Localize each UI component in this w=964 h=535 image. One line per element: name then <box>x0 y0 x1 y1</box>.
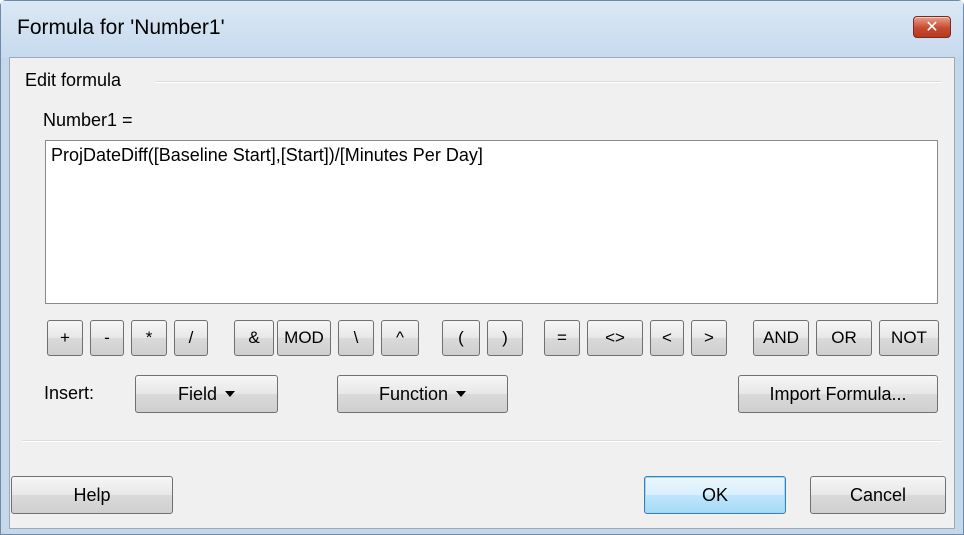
title-bar[interactable]: Formula for 'Number1' ✕ <box>1 1 963 57</box>
close-button[interactable]: ✕ <box>913 16 951 38</box>
ok-button[interactable]: OK <box>644 476 786 514</box>
operator-mod-button[interactable]: MOD <box>277 320 331 356</box>
operator-and-button[interactable]: AND <box>753 320 809 356</box>
help-button[interactable]: Help <box>11 476 173 514</box>
operator-plus-button[interactable]: + <box>47 320 83 356</box>
dialog-window: Formula for 'Number1' ✕ Edit formula Num… <box>0 0 964 535</box>
group-label-edit-formula: Edit formula <box>25 70 122 90</box>
operator-or-button[interactable]: OR <box>816 320 872 356</box>
import-formula-button[interactable]: Import Formula... <box>738 375 938 413</box>
operator-not-equal-button[interactable]: <> <box>587 320 643 356</box>
operator-not-button[interactable]: NOT <box>879 320 939 356</box>
insert-field-label: Field <box>177 383 217 404</box>
operator-greater-than-button[interactable]: > <box>691 320 727 356</box>
operator-less-than-button[interactable]: < <box>650 320 684 356</box>
operator-multiply-button[interactable]: * <box>131 320 167 356</box>
dialog-client: Edit formula Number1 = ProjDateDiff([Bas… <box>9 57 955 529</box>
cancel-button[interactable]: Cancel <box>810 476 946 514</box>
operator-concat-button[interactable]: & <box>234 320 274 356</box>
operator-power-button[interactable]: ^ <box>381 320 419 356</box>
insert-function-dropdown[interactable]: Function <box>337 375 508 413</box>
insert-field-dropdown[interactable]: Field <box>135 375 278 413</box>
formula-input[interactable]: ProjDateDiff([Baseline Start],[Start])/[… <box>45 140 938 304</box>
operator-intdiv-button[interactable]: \ <box>338 320 374 356</box>
window-title: Formula for 'Number1' <box>17 16 225 39</box>
operator-open-paren-button[interactable]: ( <box>442 320 480 356</box>
close-icon: ✕ <box>925 19 939 36</box>
insert-function-label: Function <box>378 383 449 404</box>
operator-equal-button[interactable]: = <box>544 320 580 356</box>
operator-divide-button[interactable]: / <box>174 320 208 356</box>
operator-minus-button[interactable]: - <box>90 320 124 356</box>
operator-close-paren-button[interactable]: ) <box>487 320 523 356</box>
chevron-down-icon <box>225 391 235 397</box>
insert-label: Insert: <box>44 383 95 403</box>
field-label: Number1 = <box>43 110 133 130</box>
chevron-down-icon <box>456 391 467 397</box>
footer-divider <box>22 440 942 442</box>
group-divider <box>155 81 942 83</box>
